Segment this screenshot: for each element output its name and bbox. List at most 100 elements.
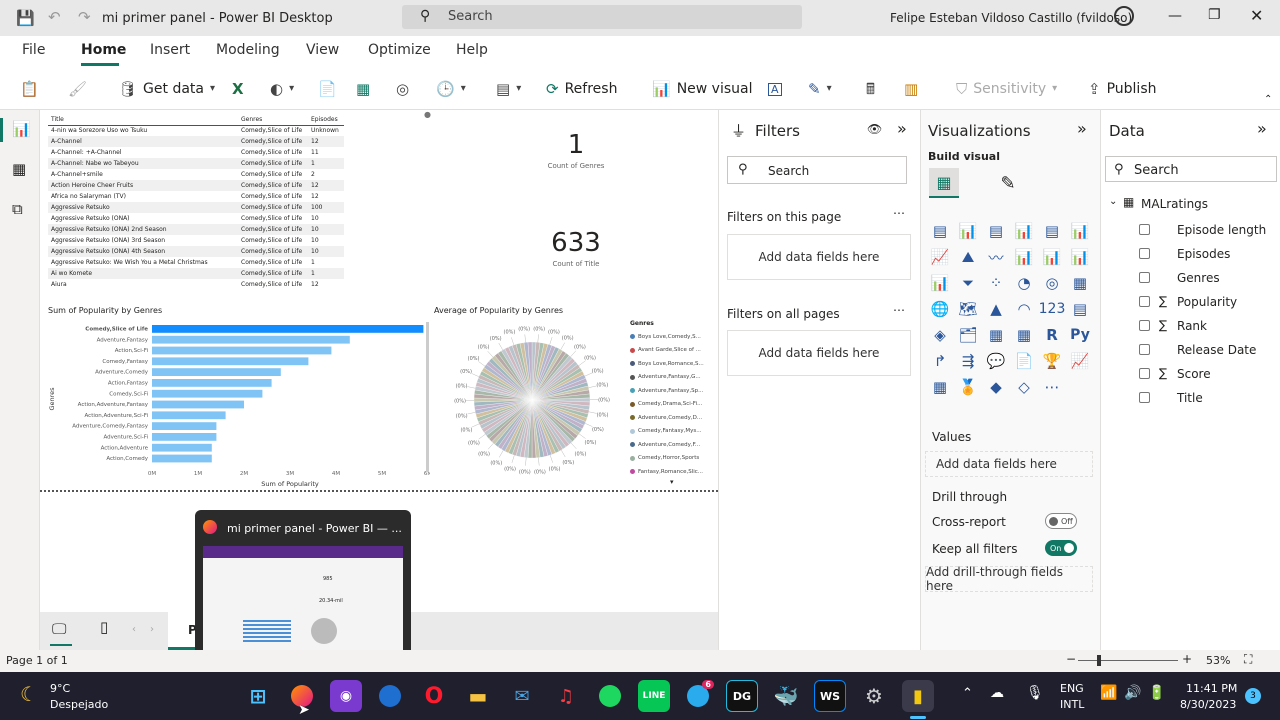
visual-type-icon[interactable]: 📊 xyxy=(1069,246,1091,268)
tab-view[interactable]: View xyxy=(306,42,339,58)
visual-type-icon[interactable]: ▤ xyxy=(1041,220,1063,242)
mobile-layout-icon[interactable]: ▯ xyxy=(100,618,108,636)
visual-type-icon[interactable]: ⋯ xyxy=(1041,376,1063,398)
field-item[interactable]: Release Date xyxy=(1101,338,1280,362)
redo-icon[interactable]: ↷ xyxy=(78,8,91,26)
excel-button[interactable]: X xyxy=(232,76,244,102)
format-visual-tab[interactable]: ✎ xyxy=(993,168,1023,198)
opera-icon[interactable]: O xyxy=(418,680,450,712)
user-name[interactable]: Felipe Esteban Vildoso Castillo (fvildos… xyxy=(890,11,1132,25)
table-row[interactable]: A-Channel: +A-Channel Comedy,Slice of Lif… xyxy=(48,147,344,158)
visual-type-icon[interactable]: 📊 xyxy=(1069,220,1091,242)
language-code[interactable]: ENG xyxy=(1060,682,1084,695)
legend-item[interactable]: Adventure,Fantasy,G... xyxy=(630,371,714,385)
visual-type-icon[interactable]: ◔ xyxy=(1013,272,1035,294)
legend-scroll-icon[interactable]: ▾ xyxy=(670,478,674,486)
table-name[interactable]: MALratings xyxy=(1141,197,1208,211)
bar[interactable] xyxy=(152,454,212,463)
datagrip-icon[interactable]: DG xyxy=(726,680,758,712)
table-row[interactable]: Aggressive Retsuko (ONA) 3rd Season Comed… xyxy=(48,235,344,246)
field-item[interactable]: ∑ Score xyxy=(1101,362,1280,386)
visual-type-icon[interactable]: ⁘ xyxy=(985,272,1007,294)
visual-type-icon[interactable]: ◆ xyxy=(985,376,1007,398)
zoom-slider-thumb[interactable] xyxy=(1097,655,1101,666)
visual-type-icon[interactable]: 🌐 xyxy=(929,298,951,320)
tab-insert[interactable]: Insert xyxy=(150,42,190,58)
firefox-dev-icon[interactable] xyxy=(374,680,406,712)
refresh-button[interactable]: ⟳ Refresh xyxy=(546,76,617,102)
table-row[interactable]: Aggressive Retsuko Comedy,Slice of Life 10… xyxy=(48,202,344,213)
field-checkbox[interactable] xyxy=(1139,344,1150,355)
user-avatar-icon[interactable] xyxy=(1114,6,1134,26)
file-explorer-icon[interactable]: ▬ xyxy=(462,680,494,712)
microphone-icon[interactable]: 🎙 xyxy=(1026,685,1044,701)
legend-item[interactable]: Comedy,Fantasy,Mys... xyxy=(630,425,714,439)
eye-icon[interactable]: 👁 xyxy=(867,122,882,136)
visual-type-icon[interactable]: 📈 xyxy=(1069,350,1091,372)
mask-app-icon[interactable]: ◉ xyxy=(330,680,362,712)
visual-type-icon[interactable]: 📊 xyxy=(929,272,951,294)
zoom-in-button[interactable]: + xyxy=(1182,652,1192,666)
table-row[interactable]: 4-nin wa Sorezore Uso wo Tsuku Comedy,Sli… xyxy=(48,125,344,136)
table-row[interactable]: Aggressive Retsuko (ONA) 2nd Season Comed… xyxy=(48,224,344,235)
visual-type-icon[interactable]: 📊 xyxy=(1041,246,1063,268)
visual-type-icon[interactable]: 🏆 xyxy=(1041,350,1063,372)
sql-button[interactable]: 📄 xyxy=(318,76,337,102)
new-visual-button[interactable]: 📊 New visual xyxy=(652,76,752,102)
prev-page-icon[interactable]: ‹ xyxy=(132,624,136,635)
bar-chart-visual[interactable]: Sum of Popularity by Genres Comedy,Slice… xyxy=(46,304,430,488)
battery-icon[interactable]: 🔋 xyxy=(1148,685,1165,701)
tab-optimize[interactable]: Optimize xyxy=(368,42,431,58)
more-options-icon[interactable]: ⋯ xyxy=(893,206,905,220)
visual-type-icon[interactable]: R xyxy=(1041,324,1063,346)
more-visuals-button[interactable]: ✎ ▾ xyxy=(808,76,832,102)
get-data-button[interactable]: 🛢 Get data ▾ xyxy=(118,76,215,102)
header-episodes[interactable]: Episodes xyxy=(308,114,344,125)
zoom-out-button[interactable]: − xyxy=(1066,652,1076,666)
table-view-icon[interactable]: ▦ xyxy=(12,160,26,178)
legend-item[interactable]: Boys Love,Comedy,S... xyxy=(630,330,714,344)
webstorm-icon[interactable]: WS xyxy=(814,680,846,712)
sensitivity-button[interactable]: ⛉ Sensitivity ▾ xyxy=(956,76,1057,102)
chevron-down-icon[interactable]: ⌄ xyxy=(1109,196,1117,207)
visual-type-icon[interactable]: 📊 xyxy=(1013,246,1035,268)
table-row[interactable]: A-Channel+smile Comedy,Slice of Life 2 xyxy=(48,169,344,180)
keep-filters-toggle[interactable]: On xyxy=(1045,540,1077,556)
visual-type-icon[interactable]: 📊 xyxy=(1013,220,1035,242)
taskbar-thumbnail-popup[interactable]: mi primer panel - Power BI — ... 985 20.… xyxy=(195,510,411,660)
legend-item[interactable]: Adventure,Comedy,F... xyxy=(630,438,714,452)
start-button[interactable]: ⊞ xyxy=(242,680,274,712)
legend-item[interactable]: Comedy,Drama,Sci-Fi... xyxy=(630,398,714,412)
field-item[interactable]: Episode length xyxy=(1101,218,1280,242)
visual-type-icon[interactable]: 💬 xyxy=(985,350,1007,372)
format-painter-button[interactable]: 🖌 xyxy=(68,76,87,102)
field-checkbox[interactable] xyxy=(1139,224,1150,235)
visual-type-icon[interactable]: ▲ xyxy=(985,298,1007,320)
collapse-filters-icon[interactable]: » xyxy=(897,119,907,138)
filters-search-input[interactable]: ⚲ Search xyxy=(727,156,907,184)
values-dropzone[interactable]: Add data fields here xyxy=(925,451,1093,477)
recent-sources-button[interactable]: 🕒 ▾ xyxy=(436,76,466,102)
field-item[interactable]: Title xyxy=(1101,386,1280,410)
volume-icon[interactable]: 🔊 xyxy=(1124,685,1141,701)
visual-type-icon[interactable]: ⏷ xyxy=(957,272,979,294)
visual-type-icon[interactable]: ◠ xyxy=(1013,298,1035,320)
visual-type-icon[interactable]: ▤ xyxy=(985,220,1007,242)
model-view-icon[interactable]: ⧉ xyxy=(12,200,23,218)
table-row[interactable]: Aggressive Retsuko (ONA) 4th Season Comed… xyxy=(48,246,344,257)
header-genres[interactable]: Genres xyxy=(238,114,308,125)
field-item[interactable]: ∑ Popularity xyxy=(1101,290,1280,314)
drill-through-dropzone[interactable]: Add drill-through fields here xyxy=(925,565,1093,593)
legend-item[interactable]: Fantasy,Romance,Slic... xyxy=(630,465,714,479)
card-count-genres[interactable]: 1 Count of Genres xyxy=(520,130,632,170)
field-item[interactable]: Episodes xyxy=(1101,242,1280,266)
visual-scrollbar[interactable] xyxy=(426,322,429,472)
field-checkbox[interactable] xyxy=(1139,392,1150,403)
bar[interactable] xyxy=(152,422,217,430)
clock-date[interactable]: 8/30/2023 xyxy=(1180,698,1236,711)
text-box-button[interactable]: A xyxy=(768,76,782,102)
bar[interactable] xyxy=(152,411,226,420)
close-button[interactable]: ✕ xyxy=(1250,6,1263,25)
field-checkbox[interactable] xyxy=(1139,248,1150,259)
resize-handle-icon[interactable]: ● xyxy=(424,110,431,119)
